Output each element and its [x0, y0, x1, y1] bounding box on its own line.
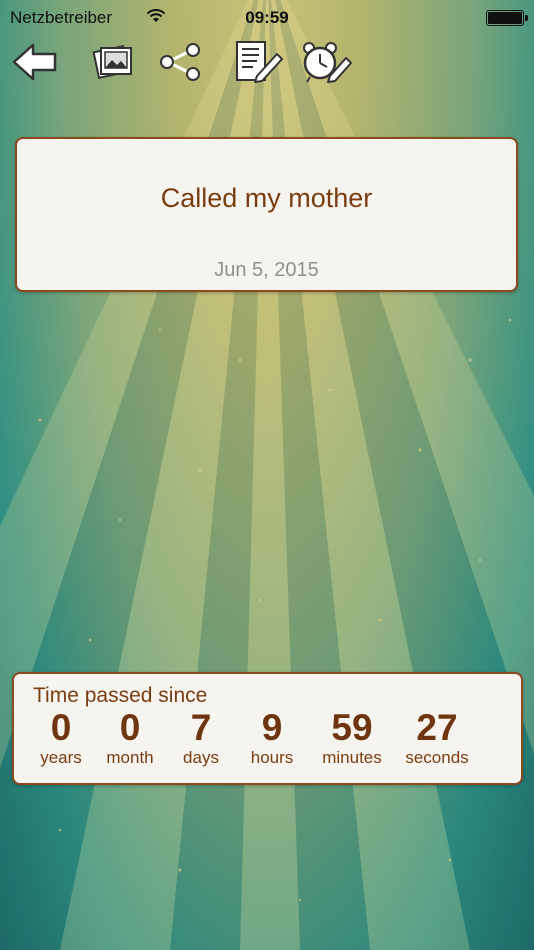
timer-minutes-label: minutes [322, 748, 382, 767]
timer-unit-month: 0 month [94, 708, 166, 768]
timer-years-label: years [40, 748, 82, 767]
timer-unit-days: 7 days [164, 708, 238, 768]
photos-button[interactable] [88, 38, 140, 86]
timer-month-label: month [106, 748, 154, 767]
event-card: Called my mother Jun 5, 2015 [15, 137, 518, 292]
timer-unit-years: 0 years [26, 708, 96, 768]
edit-note-icon [236, 41, 283, 83]
timer-unit-hours: 9 hours [236, 708, 308, 768]
alarm-clock-edit-icon [303, 42, 352, 83]
back-arrow-icon [12, 43, 57, 81]
battery-icon [486, 10, 528, 26]
photos-icon [92, 44, 132, 80]
timer-days-label: days [183, 748, 219, 767]
timer-seconds-label: seconds [405, 748, 469, 767]
edit-reminder-button[interactable] [300, 38, 352, 86]
timer-seconds-value: 27 [416, 707, 458, 748]
share-button[interactable] [154, 38, 206, 86]
edit-note-button[interactable] [232, 38, 284, 86]
status-bar: Netzbetreiber 09:59 [0, 0, 534, 36]
elapsed-time-panel: Time passed since 0 years 0 month 7 days… [12, 672, 523, 785]
share-icon [160, 43, 200, 81]
timer-minutes-value: 59 [331, 707, 373, 748]
back-button[interactable] [9, 38, 61, 86]
timer-month-value: 0 [119, 707, 141, 748]
event-title: Called my mother [160, 183, 373, 213]
toolbar [0, 38, 534, 88]
event-date: Jun 5, 2015 [214, 259, 319, 281]
timer-unit-minutes: 59 minutes [312, 708, 392, 768]
timer-years-value: 0 [50, 707, 72, 748]
timer-days-value: 7 [190, 707, 212, 748]
timer-unit-seconds: 27 seconds [398, 708, 476, 768]
status-time: 09:59 [245, 8, 289, 27]
timer-hours-value: 9 [261, 707, 283, 748]
timer-hours-label: hours [250, 748, 294, 767]
timer-label: Time passed since [33, 684, 208, 707]
